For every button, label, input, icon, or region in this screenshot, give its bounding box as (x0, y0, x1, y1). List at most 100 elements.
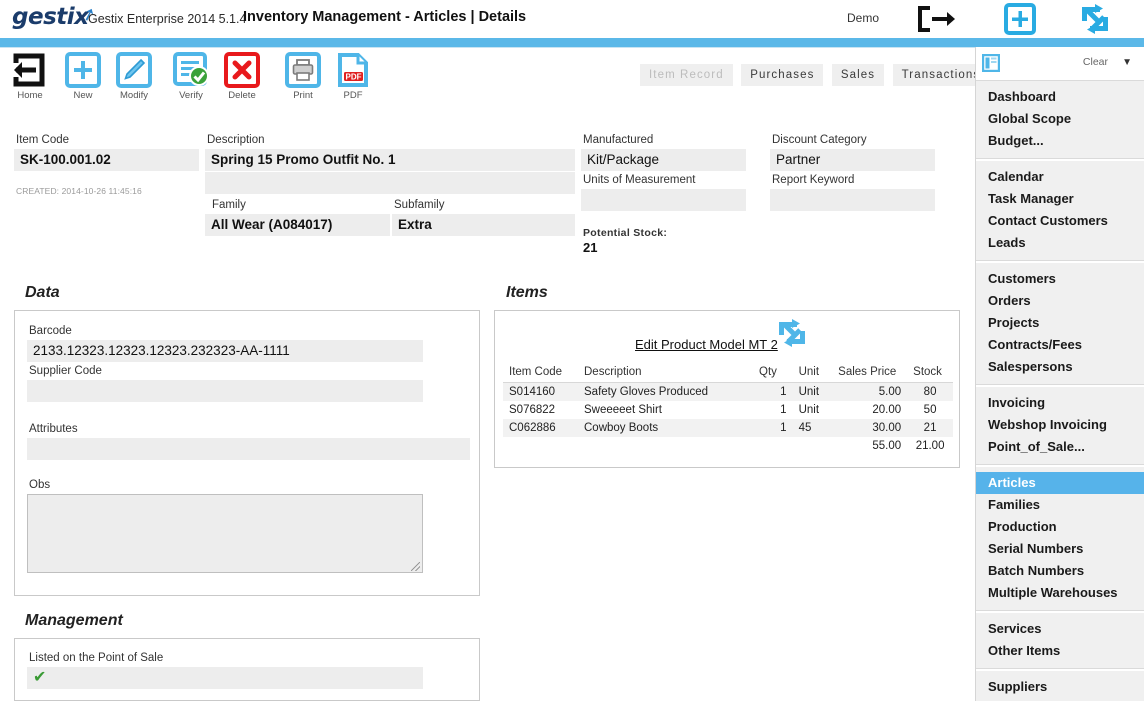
col-unit: Unit (792, 363, 833, 383)
sidebar-item-customers[interactable]: Customers (976, 268, 1144, 290)
tab-sales[interactable]: Sales (831, 64, 885, 86)
sidebar-item-contracts-fees[interactable]: Contracts/Fees (976, 334, 1144, 356)
action-toolbar: Home New Modify Verify Delete Print PDF … (0, 52, 700, 114)
table-row[interactable]: C062886 Cowboy Boots 1 45 30.00 21 (503, 419, 953, 437)
sidebar-group-invoicing: Invoicing Webshop Invoicing Point_of_Sal… (976, 387, 1144, 465)
new-button[interactable]: New (55, 52, 111, 101)
sidebar-item-salespersons[interactable]: Salespersons (976, 356, 1144, 378)
discount-category-label: Discount Category (772, 134, 867, 146)
sidebar-item-orders[interactable]: Orders (976, 290, 1144, 312)
home-button[interactable]: Home (2, 52, 58, 101)
sidebar-group-inventory: Articles Families Production Serial Numb… (976, 467, 1144, 611)
sidebar-item-batch-numbers[interactable]: Batch Numbers (976, 560, 1144, 582)
cell-sales-price: 30.00 (832, 419, 908, 437)
obs-textarea[interactable] (27, 494, 423, 573)
description-label: Description (207, 134, 265, 146)
modify-button-label: Modify (120, 90, 148, 101)
sidebar-item-contact-customers[interactable]: Contact Customers (976, 210, 1144, 232)
tab-purchases[interactable]: Purchases (741, 64, 824, 86)
cell-item-code: C062886 (503, 419, 578, 437)
sidebar-item-projects[interactable]: Projects (976, 312, 1144, 334)
barcode-field[interactable]: 2133.12323.12323.12323.232323-AA-1111 (27, 340, 423, 362)
sidebar-item-services[interactable]: Services (976, 618, 1144, 640)
verify-button[interactable]: Verify (163, 52, 219, 101)
sidebar-item-webshop-invoicing[interactable]: Webshop Invoicing (976, 414, 1144, 436)
point-of-sale-checkbox-row[interactable]: ✔ (27, 667, 423, 689)
table-totals-row: 55.00 21.00 (503, 437, 953, 455)
family-field[interactable]: All Wear (A084017) (205, 214, 390, 236)
sidebar-item-dashboard[interactable]: Dashboard (976, 86, 1144, 108)
sidebar-item-global-scope[interactable]: Global Scope (976, 108, 1144, 130)
sidebar-item-families[interactable]: Families (976, 494, 1144, 516)
table-row[interactable]: S014160 Safety Gloves Produced 1 Unit 5.… (503, 382, 953, 401)
potential-stock-label: Potential Stock: (583, 227, 668, 239)
totals-spacer-1 (503, 437, 578, 455)
new-button-label: New (73, 90, 93, 101)
chevron-down-icon[interactable]: ▼ (1122, 57, 1132, 68)
supplier-code-field[interactable] (27, 380, 423, 402)
sidebar-group-sales: Customers Orders Projects Contracts/Fees… (976, 263, 1144, 385)
pdf-button[interactable]: PDF PDF (325, 52, 381, 101)
description-field[interactable]: Spring 15 Promo Outfit No. 1 (205, 149, 575, 171)
sidebar-item-leads[interactable]: Leads (976, 232, 1144, 254)
sidebar-item-point-of-sale[interactable]: Point_of_Sale... (976, 436, 1144, 458)
modify-button[interactable]: Modify (106, 52, 162, 101)
col-qty: Qty (753, 363, 793, 383)
col-sales-price: Sales Price (832, 363, 908, 383)
clear-filter-button[interactable]: Clear (1083, 56, 1108, 68)
item-code-field[interactable]: SK-100.001.02 (14, 149, 199, 171)
print-button[interactable]: Print (275, 52, 331, 101)
subfamily-label: Subfamily (394, 199, 445, 211)
discount-category-field[interactable]: Partner (770, 149, 935, 171)
right-sidebar: Clear ▼ Dashboard Global Scope Budget...… (975, 47, 1144, 701)
checklist-verify-icon (173, 52, 209, 88)
sidebar-item-task-manager[interactable]: Task Manager (976, 188, 1144, 210)
application-window: gestix➚ Gestix Enterprise 2014 5.1.4 Inv… (0, 0, 1144, 701)
cell-unit: Unit (792, 401, 833, 419)
edit-product-model-link[interactable]: Edit Product Model MT 2 (635, 337, 778, 352)
refresh-sync-icon[interactable] (775, 317, 809, 349)
cell-item-code: S014160 (503, 382, 578, 401)
manufactured-field[interactable]: Kit/Package (581, 149, 746, 171)
attributes-field[interactable] (27, 438, 470, 460)
created-timestamp: CREATED: 2014-10-26 11:45:16 (16, 186, 142, 196)
verify-button-label: Verify (179, 90, 203, 101)
sidebar-item-other-items[interactable]: Other Items (976, 640, 1144, 662)
management-panel: Listed on the Point of Sale ✔ (14, 638, 480, 701)
sidebar-item-articles[interactable]: Articles (976, 472, 1144, 494)
sidebar-item-suppliers[interactable]: Suppliers (976, 676, 1144, 698)
manufactured-label: Manufactured (583, 134, 654, 146)
items-panel: Edit Product Model MT 2 Item Code Descri… (494, 310, 960, 468)
subfamily-field[interactable]: Extra (392, 214, 575, 236)
sidebar-item-production[interactable]: Production (976, 516, 1144, 538)
add-new-icon[interactable] (1004, 3, 1036, 35)
sidebar-item-serial-numbers[interactable]: Serial Numbers (976, 538, 1144, 560)
cell-qty: 1 (753, 419, 793, 437)
home-button-label: Home (17, 90, 43, 101)
cell-qty: 1 (753, 382, 793, 401)
sidebar-item-multiple-warehouses[interactable]: Multiple Warehouses (976, 582, 1144, 604)
resize-handle-icon[interactable] (411, 562, 420, 571)
sidebar-item-calendar[interactable]: Calendar (976, 166, 1144, 188)
cell-stock: 50 (907, 401, 953, 419)
logout-icon[interactable] (918, 3, 956, 35)
delete-button[interactable]: Delete (214, 52, 270, 101)
sidebar-item-budget[interactable]: Budget... (976, 130, 1144, 152)
cell-unit: Unit (792, 382, 833, 401)
cell-sales-price: 5.00 (832, 382, 908, 401)
refresh-sync-icon[interactable] (1078, 3, 1112, 35)
pencil-edit-icon (116, 52, 152, 88)
totals-sales-price: 55.00 (832, 437, 908, 455)
description-field-2[interactable] (205, 172, 575, 194)
sidebar-item-invoicing[interactable]: Invoicing (976, 392, 1144, 414)
units-of-measurement-field[interactable] (581, 189, 746, 211)
side-panel-toggle-icon[interactable] (981, 53, 1001, 73)
report-keyword-field[interactable] (770, 189, 935, 211)
totals-spacer-2 (578, 437, 753, 455)
point-of-sale-label: Listed on the Point of Sale (29, 652, 164, 664)
green-check-icon: ✔ (33, 669, 47, 686)
table-row[interactable]: S076822 Sweeeeet Shirt 1 Unit 20.00 50 (503, 401, 953, 419)
tab-item-record[interactable]: Item Record (640, 64, 733, 86)
cell-description: Cowboy Boots (578, 419, 753, 437)
totals-spacer-3 (753, 437, 793, 455)
